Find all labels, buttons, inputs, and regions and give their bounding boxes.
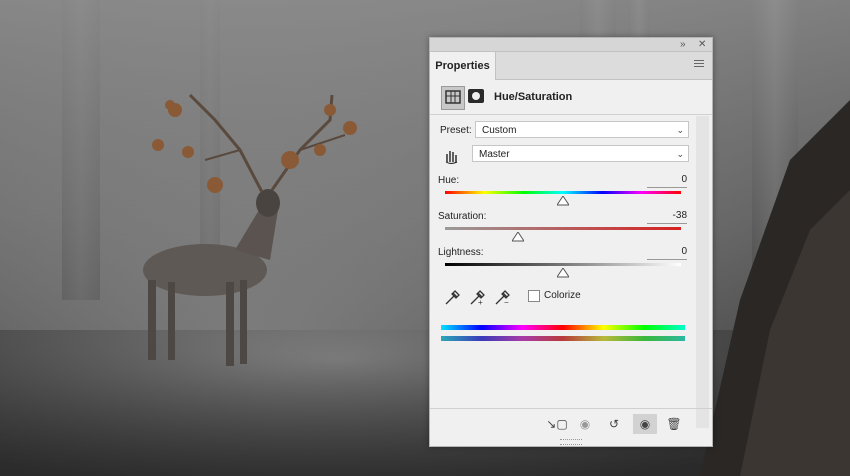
eyedropper-subtract-icon[interactable]: − — [493, 288, 511, 307]
clip-to-layer-icon[interactable]: ↘▢ — [545, 414, 569, 434]
hue-saturation-adjustment-icon[interactable] — [441, 86, 465, 110]
double-chevron-right-icon[interactable]: » — [680, 38, 686, 51]
channel-dropdown[interactable]: Master ⌄ — [472, 145, 689, 162]
saturation-input[interactable]: -38 — [647, 210, 687, 224]
view-previous-state-icon[interactable]: ◉ — [573, 414, 597, 434]
chevron-down-icon: ⌄ — [676, 125, 684, 135]
preset-label: Preset: — [440, 125, 472, 136]
targeted-adjustment-hand-icon[interactable] — [443, 148, 459, 164]
deer-image — [143, 93, 357, 366]
adjustment-title: Hue/Saturation — [494, 91, 573, 103]
properties-panel: » ✕ Properties Hue/Saturation Preset: Cu… — [429, 37, 713, 447]
saturation-slider-track[interactable] — [445, 227, 681, 230]
lightness-input[interactable]: 0 — [647, 246, 687, 260]
hue-label: Hue: — [438, 175, 460, 186]
svg-text:−: − — [504, 298, 509, 306]
panel-footer: ↘▢ ◉ ↺ ◉ 🗑 — [430, 408, 712, 439]
preset-dropdown[interactable]: Custom ⌄ — [475, 121, 689, 138]
reset-icon[interactable]: ↺ — [602, 414, 626, 434]
channel-value: Master — [479, 149, 510, 160]
eyedropper-add-icon[interactable]: + — [468, 288, 486, 307]
colorize-checkbox[interactable] — [528, 290, 540, 302]
resize-grip[interactable] — [560, 439, 582, 445]
panel-top-bar: » ✕ — [430, 38, 712, 52]
toggle-visibility-icon[interactable]: ◉ — [633, 414, 657, 434]
adjustment-header: Hue/Saturation — [430, 80, 712, 115]
input-color-bar — [441, 325, 685, 330]
tab-properties[interactable]: Properties — [430, 52, 496, 80]
lightness-slider-track[interactable] — [445, 263, 681, 266]
svg-text:+: + — [478, 298, 483, 306]
panel-tab-row: Properties — [430, 52, 712, 80]
output-color-bar — [441, 336, 685, 341]
eyedropper-icon[interactable] — [443, 288, 461, 306]
panel-menu-icon[interactable] — [694, 60, 704, 69]
panel-scrollbar[interactable] — [696, 116, 709, 428]
hue-input[interactable]: 0 — [647, 174, 687, 188]
close-icon[interactable]: ✕ — [698, 38, 706, 51]
delete-icon[interactable]: 🗑 — [662, 414, 686, 434]
lightness-label: Lightness: — [438, 247, 484, 258]
colorize-label: Colorize — [544, 290, 581, 301]
canvas-background: » ✕ Properties Hue/Saturation Preset: Cu… — [0, 0, 850, 476]
saturation-label: Saturation: — [438, 211, 487, 222]
layer-mask-icon[interactable] — [468, 89, 484, 103]
chevron-down-icon: ⌄ — [676, 149, 684, 159]
hue-slider-track[interactable] — [445, 191, 681, 194]
preset-value: Custom — [482, 125, 517, 136]
